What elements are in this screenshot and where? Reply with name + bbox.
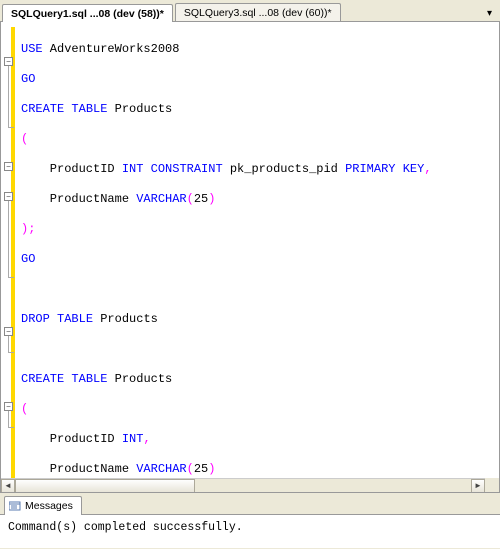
- fold-end: [8, 427, 14, 428]
- fold-end: [8, 352, 14, 353]
- code-area[interactable]: USE AdventureWorks2008 GO CREATE TABLE P…: [21, 27, 499, 478]
- results-tabs: Messages: [0, 493, 500, 515]
- messages-tab-label: Messages: [25, 500, 73, 512]
- fold-toggle-icon[interactable]: −: [4, 57, 13, 66]
- fold-toggle-icon[interactable]: −: [4, 162, 13, 171]
- fold-guide: [8, 201, 9, 277]
- editor-viewport[interactable]: − − − − − USE AdventureWorks2008 GO CREA…: [1, 22, 499, 478]
- tab-sqlquery3[interactable]: SQLQuery3.sql ...08 (dev (60))*: [175, 3, 341, 21]
- tab-overflow-dropdown-icon[interactable]: ▾: [485, 6, 494, 21]
- sql-editor: − − − − − USE AdventureWorks2008 GO CREA…: [0, 22, 500, 493]
- tab-messages[interactable]: Messages: [4, 496, 82, 515]
- fold-end: [8, 277, 14, 278]
- document-tabs: SQLQuery1.sql ...08 (dev (58))* SQLQuery…: [0, 0, 500, 22]
- scrollbar-corner: [485, 478, 499, 492]
- horizontal-scrollbar[interactable]: ◄ ►: [1, 478, 485, 492]
- scroll-left-arrow-icon[interactable]: ◄: [1, 479, 15, 493]
- messages-icon: [9, 501, 21, 511]
- tab-sqlquery1[interactable]: SQLQuery1.sql ...08 (dev (58))*: [2, 4, 173, 22]
- scroll-thumb[interactable]: [15, 479, 195, 493]
- fold-guide: [8, 66, 9, 127]
- fold-toggle-icon[interactable]: −: [4, 192, 13, 201]
- fold-end: [8, 127, 14, 128]
- results-pane: Messages Command(s) completed successful…: [0, 493, 500, 548]
- messages-output[interactable]: Command(s) completed successfully.: [0, 515, 500, 548]
- fold-toggle-icon[interactable]: −: [4, 402, 13, 411]
- scroll-right-arrow-icon[interactable]: ►: [471, 479, 485, 493]
- fold-toggle-icon[interactable]: −: [4, 327, 13, 336]
